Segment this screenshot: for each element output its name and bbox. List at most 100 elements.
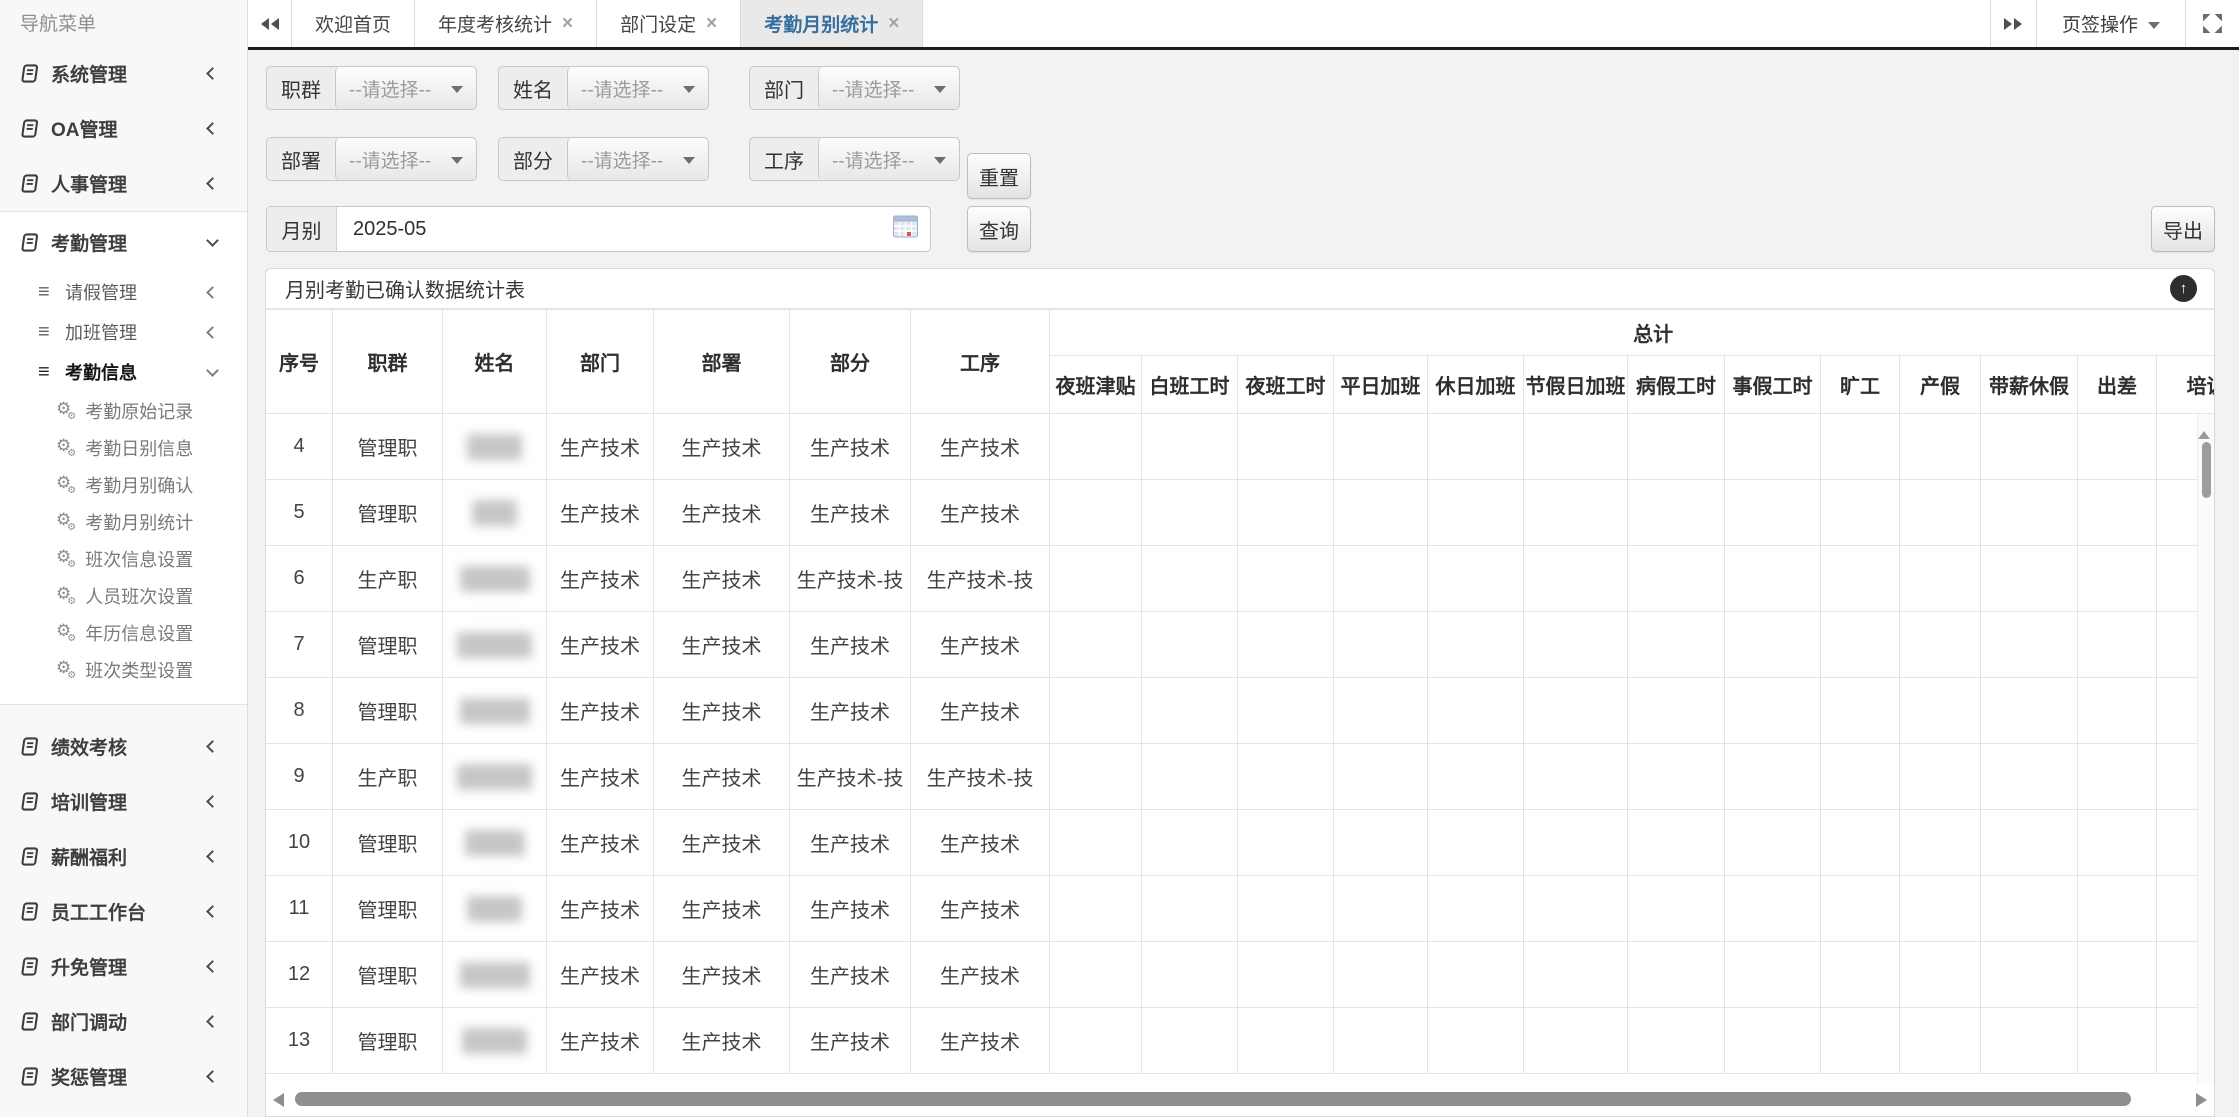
export-button[interactable]: 导出	[2151, 206, 2215, 252]
table-row[interactable]: 5管理职生产技术生产技术生产技术生产技术	[266, 480, 2214, 546]
sidebar-item-hr-mgmt[interactable]: 人事管理	[0, 156, 247, 211]
table-vertical-scrollbar[interactable]	[2197, 414, 2214, 1084]
sidebar-leaf-shift-info-settings[interactable]: ⚙⚙班次信息设置	[0, 540, 247, 577]
sidebar-leaf-label: 班次类型设置	[85, 657, 193, 683]
table-row[interactable]: 4管理职生产技术生产技术生产技术生产技术	[266, 414, 2214, 480]
sidebar-item-dept-transfer[interactable]: 部门调动	[0, 994, 247, 1049]
tab-annual-assessment-stats[interactable]: 年度考核统计×	[415, 0, 597, 47]
filter-dropdown-division[interactable]: --请选择--	[335, 138, 476, 180]
sidebar-subitem-attendance-info[interactable]: ≡ 考勤信息	[0, 352, 247, 392]
close-icon[interactable]: ×	[562, 14, 573, 33]
table-row[interactable]: 7管理职生产技术生产技术生产技术生产技术	[266, 612, 2214, 678]
scroll-right-arrow-icon[interactable]	[2196, 1093, 2207, 1107]
sidebar-item-attendance-mgmt[interactable]: 考勤管理	[0, 212, 247, 272]
filter-select-section[interactable]: 部分--请选择--	[498, 137, 709, 181]
tab-dept-settings[interactable]: 部门设定×	[597, 0, 741, 47]
table-row[interactable]: 11管理职生产技术生产技术生产技术生产技术	[266, 876, 2214, 942]
fullscreen-button[interactable]	[2185, 0, 2239, 47]
sidebar-leaf-label: 考勤月别确认	[85, 472, 193, 498]
stat-cell	[1428, 546, 1524, 612]
stat-cell	[2078, 1008, 2157, 1074]
filter-label-process: 工序	[750, 138, 818, 180]
filter-dropdown-section[interactable]: --请选择--	[567, 138, 708, 180]
horizontal-scrollbar-thumb[interactable]	[295, 1092, 2131, 1106]
tab-scroll-right-button[interactable]	[1990, 0, 2036, 47]
table-row[interactable]: 9生产职生产技术生产技术生产技术-技生产技术-技	[266, 744, 2214, 810]
sidebar-top-menu: 系统管理OA管理人事管理	[0, 46, 247, 211]
filter-select-job-group[interactable]: 职群--请选择--	[266, 66, 477, 110]
sidebar-leaf-attendance-raw-records[interactable]: ⚙⚙ 考勤原始记录	[0, 392, 247, 429]
table-row[interactable]: 8管理职生产技术生产技术生产技术生产技术	[266, 678, 2214, 744]
expand-arrows-icon	[2202, 13, 2223, 34]
data-cell: 生产技术	[654, 744, 790, 810]
sidebar-leaf-calendar-info-settings[interactable]: ⚙⚙年历信息设置	[0, 614, 247, 651]
filter-dropdown-job-group[interactable]: --请选择--	[335, 67, 476, 109]
sidebar-item-reward-punishment[interactable]: 奖惩管理	[0, 1049, 247, 1104]
chevron-left-icon	[206, 795, 219, 808]
scroll-left-arrow-icon[interactable]	[273, 1093, 284, 1107]
reset-button[interactable]: 重置	[967, 153, 1031, 199]
stat-cell	[1900, 744, 1981, 810]
filter-select-division[interactable]: 部署--请选择--	[266, 137, 477, 181]
page-ops-dropdown[interactable]: 页签操作	[2036, 0, 2185, 47]
filter-select-name[interactable]: 姓名--请选择--	[498, 66, 709, 110]
table-row[interactable]: 13管理职生产技术生产技术生产技术生产技术	[266, 1008, 2214, 1074]
vertical-scrollbar-thumb[interactable]	[2202, 442, 2211, 498]
sidebar-leaf-label: 年历信息设置	[85, 620, 193, 646]
stat-cell	[1981, 414, 2078, 480]
sidebar-item-promotion-mgmt[interactable]: 升免管理	[0, 939, 247, 994]
close-icon[interactable]: ×	[888, 14, 899, 33]
sidebar-item-label: 薪酬福利	[51, 843, 127, 870]
sidebar-item-training-mgmt[interactable]: 培训管理	[0, 774, 247, 829]
filter-row-2: 部署--请选择--部分--请选择--工序--请选择--	[266, 137, 981, 181]
filter-dropdown-department[interactable]: --请选择--	[818, 67, 959, 109]
redacted-name	[472, 500, 517, 526]
horizontal-scrollbar[interactable]	[269, 1089, 2211, 1111]
stat-cell	[1821, 744, 1900, 810]
filter-dropdown-name[interactable]: --请选择--	[567, 67, 708, 109]
filter-dropdown-process[interactable]: --请选择--	[818, 138, 959, 180]
sidebar-leaf-shift-type-settings[interactable]: ⚙⚙班次类型设置	[0, 651, 247, 688]
close-icon[interactable]: ×	[706, 14, 717, 33]
table-row[interactable]: 10管理职生产技术生产技术生产技术生产技术	[266, 810, 2214, 876]
sidebar-leaf-label: 考勤原始记录	[85, 398, 193, 424]
filter-label-division: 部署	[267, 138, 335, 180]
data-cell: 生产技术	[654, 810, 790, 876]
sidebar-leaf-attendance-monthly-stats[interactable]: ⚙⚙考勤月别统计	[0, 503, 247, 540]
data-cell: 管理职	[333, 414, 443, 480]
filter-select-process[interactable]: 工序--请选择--	[749, 137, 960, 181]
sidebar-item-employee-workbench[interactable]: 员工工作台	[0, 884, 247, 939]
search-button[interactable]: 查询	[967, 206, 1031, 252]
sidebar-subitem-overtime-mgmt[interactable]: ≡加班管理	[0, 312, 247, 352]
stat-column-header-2: 夜班工时	[1238, 356, 1334, 414]
stat-cell	[1334, 678, 1428, 744]
gears-icon: ⚙⚙	[56, 399, 76, 422]
sidebar-leaf-staff-shift-settings[interactable]: ⚙⚙人员班次设置	[0, 577, 247, 614]
sidebar-subitem-leave-mgmt[interactable]: ≡请假管理	[0, 272, 247, 312]
data-cell: 5	[266, 480, 333, 546]
tab-welcome-home[interactable]: 欢迎首页	[292, 0, 415, 47]
calendar-icon[interactable]	[893, 215, 918, 244]
sidebar-item-system-mgmt[interactable]: 系统管理	[0, 46, 247, 101]
data-cell: 6	[266, 546, 333, 612]
table-row[interactable]: 6生产职生产技术生产技术生产技术-技生产技术-技	[266, 546, 2214, 612]
name-cell	[443, 612, 547, 678]
stat-cell	[1050, 480, 1142, 546]
sidebar-leaf-attendance-daily-info[interactable]: ⚙⚙考勤日别信息	[0, 429, 247, 466]
data-cell: 管理职	[333, 612, 443, 678]
sidebar-item-oa-mgmt[interactable]: OA管理	[0, 101, 247, 156]
stat-cell	[1050, 546, 1142, 612]
sidebar-item-performance-review[interactable]: 绩效考核	[0, 719, 247, 774]
tab-scroll-left-button[interactable]	[248, 0, 292, 47]
book-icon	[20, 174, 51, 193]
sidebar-item-compensation-benefits[interactable]: 薪酬福利	[0, 829, 247, 884]
collapse-panel-button[interactable]: ↑	[2170, 275, 2197, 302]
month-input[interactable]: 2025-05	[337, 207, 930, 251]
sidebar-leaf-attendance-monthly-confirm[interactable]: ⚙⚙考勤月别确认	[0, 466, 247, 503]
chevron-left-icon	[206, 286, 219, 299]
table-row[interactable]: 12管理职生产技术生产技术生产技术生产技术	[266, 942, 2214, 1008]
stat-cell	[1981, 942, 2078, 1008]
filter-select-department[interactable]: 部门--请选择--	[749, 66, 960, 110]
stat-cell	[1428, 612, 1524, 678]
tab-attendance-monthly-stats[interactable]: 考勤月别统计×	[741, 0, 923, 47]
